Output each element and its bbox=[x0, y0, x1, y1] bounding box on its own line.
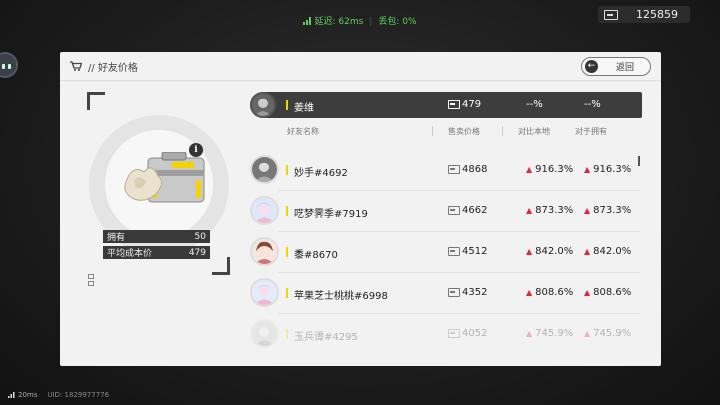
avg-cost-value: 479 bbox=[188, 247, 206, 258]
accent-bar bbox=[286, 288, 288, 298]
signal-icon bbox=[8, 392, 15, 398]
uid-text: UID: 1829977776 bbox=[47, 391, 110, 399]
accent-bar bbox=[286, 247, 288, 257]
owned-label: 拥有 bbox=[107, 233, 126, 243]
vs-local: ▲ 745.9% bbox=[526, 328, 574, 339]
friend-name: 妙手#4692 bbox=[294, 168, 348, 179]
friend-name: 呓梦霁季#7919 bbox=[294, 209, 368, 220]
ping-text: 20ms bbox=[18, 391, 38, 399]
table-row[interactable]: 妙手#4692 4868 ▲ 916.3% ▲ 916.3% bbox=[250, 152, 642, 191]
avatar bbox=[250, 237, 279, 266]
friend-price: 4352 bbox=[448, 287, 487, 298]
signal-icon bbox=[303, 17, 312, 25]
up-arrow-icon: ▲ bbox=[584, 206, 591, 215]
item-info-button[interactable]: i bbox=[189, 143, 203, 157]
table-row[interactable]: 苹果芝士桃桃#6998 4352 ▲ 808.6% ▲ 808.6% bbox=[250, 275, 642, 314]
vs-local: ▲ 842.0% bbox=[526, 246, 574, 257]
accent-bar bbox=[286, 165, 288, 175]
frame-corner-bottom-right bbox=[212, 257, 230, 275]
up-arrow-icon: ▲ bbox=[526, 247, 533, 256]
table-row[interactable]: 玉兵谭#4295 4052 ▲ 745.9% ▲ 745.9% bbox=[250, 316, 642, 350]
owned-stat: 拥有 50 bbox=[103, 230, 210, 243]
panel-title: // 好友价格 bbox=[88, 62, 138, 74]
footer-status: 20ms UID: 1829977776 bbox=[8, 391, 109, 399]
currency-display: 125859 bbox=[598, 6, 690, 23]
up-arrow-icon: ▲ bbox=[584, 247, 591, 256]
header-divider bbox=[60, 80, 661, 81]
accent-bar bbox=[286, 329, 288, 339]
up-arrow-icon: ▲ bbox=[584, 329, 591, 338]
banknote-icon bbox=[448, 288, 460, 297]
accent-bar bbox=[286, 206, 288, 216]
friend-price: 4662 bbox=[448, 205, 487, 216]
friend-name: 黍#8670 bbox=[294, 250, 338, 261]
banknote-icon bbox=[448, 247, 460, 256]
packet-loss-text: 丢包: 0% bbox=[378, 17, 417, 27]
vs-local: ▲ 916.3% bbox=[526, 164, 574, 175]
back-button[interactable]: ← 返回 bbox=[581, 57, 651, 76]
my-vs-owned: --% bbox=[584, 99, 601, 110]
panel-header: // 好友价格 bbox=[60, 52, 661, 80]
friend-price-panel: // 好友价格 ← 返回 i 拥有 50 平均成本价 479 姜维 479 --… bbox=[60, 52, 661, 366]
avatar bbox=[250, 319, 279, 348]
vs-owned: ▲ 745.9% bbox=[584, 328, 632, 339]
avatar bbox=[250, 155, 279, 184]
up-arrow-icon: ▲ bbox=[584, 165, 591, 174]
friend-price: 4868 bbox=[448, 164, 487, 175]
banknote-icon bbox=[448, 329, 460, 338]
up-arrow-icon: ▲ bbox=[526, 288, 533, 297]
accent-bar bbox=[286, 100, 288, 110]
banknote-icon bbox=[448, 100, 460, 109]
my-vs-local: --% bbox=[526, 99, 543, 110]
header-name: 好友名称 bbox=[287, 127, 319, 136]
up-arrow-icon: ▲ bbox=[526, 206, 533, 215]
item-case-image bbox=[124, 152, 205, 203]
header-price: 售卖价格 bbox=[448, 127, 480, 136]
currency-amount: 125859 bbox=[636, 8, 678, 21]
up-arrow-icon: ▲ bbox=[526, 329, 533, 338]
banknote-icon bbox=[448, 165, 460, 174]
vs-owned: ▲ 916.3% bbox=[584, 164, 632, 175]
header-vs-owned: 对于拥有 bbox=[575, 127, 607, 136]
my-price-row: 姜维 479 --% --% bbox=[250, 92, 642, 118]
owned-value: 50 bbox=[194, 231, 206, 242]
my-name: 姜维 bbox=[294, 103, 314, 114]
friend-price-list: 妙手#4692 4868 ▲ 916.3% ▲ 916.3% 呓梦霁季#7919 4… bbox=[250, 150, 642, 366]
avg-cost-label: 平均成本价 bbox=[107, 249, 153, 259]
cart-icon bbox=[70, 61, 82, 71]
header-divider bbox=[502, 126, 503, 136]
back-button-label: 返回 bbox=[616, 63, 635, 73]
friend-price: 4512 bbox=[448, 246, 487, 257]
table-row[interactable]: 呓梦霁季#7919 4662 ▲ 873.3% ▲ 873.3% bbox=[250, 193, 642, 232]
friend-name: 玉兵谭#4295 bbox=[294, 332, 358, 343]
avatar bbox=[250, 92, 276, 118]
my-price: 479 bbox=[448, 99, 481, 110]
friend-name: 苹果芝士桃桃#6998 bbox=[294, 291, 388, 302]
table-row[interactable]: 黍#8670 4512 ▲ 842.0% ▲ 842.0% bbox=[250, 234, 642, 273]
assistant-avatar-button[interactable] bbox=[0, 52, 18, 78]
vs-owned: ▲ 808.6% bbox=[584, 287, 632, 298]
avg-cost-stat: 平均成本价 479 bbox=[103, 246, 210, 259]
vs-owned: ▲ 873.3% bbox=[584, 205, 632, 216]
vs-owned: ▲ 842.0% bbox=[584, 246, 632, 257]
header-divider bbox=[432, 126, 433, 136]
latency-text: 延迟: 62ms bbox=[314, 17, 364, 27]
avatar bbox=[250, 196, 279, 225]
back-arrow-icon: ← bbox=[585, 60, 598, 73]
side-decor bbox=[88, 274, 94, 288]
up-arrow-icon: ▲ bbox=[584, 288, 591, 297]
frame-corner-top-left bbox=[87, 92, 105, 110]
vs-local: ▲ 873.3% bbox=[526, 205, 574, 216]
avatar bbox=[250, 278, 279, 307]
header-vs-local: 对比本地 bbox=[518, 127, 550, 136]
vs-local: ▲ 808.6% bbox=[526, 287, 574, 298]
banknote-icon bbox=[448, 206, 460, 215]
banknote-icon bbox=[604, 9, 618, 20]
up-arrow-icon: ▲ bbox=[526, 165, 533, 174]
friend-price: 4052 bbox=[448, 328, 487, 339]
